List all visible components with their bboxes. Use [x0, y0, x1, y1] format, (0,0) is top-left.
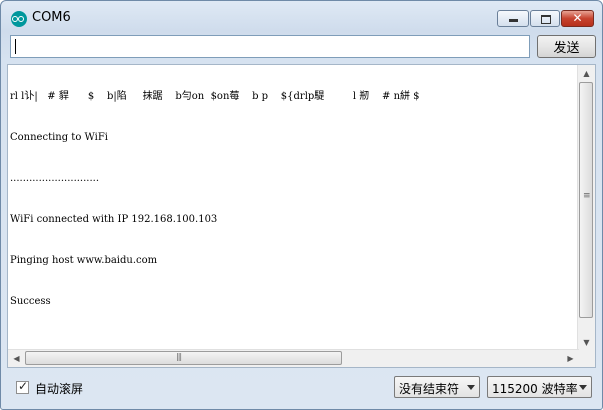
- log-line: WiFi connected with IP 192.168.100.103: [10, 214, 218, 225]
- vertical-scrollbar[interactable]: ▲ ▼: [577, 65, 595, 351]
- baud-rate-select[interactable]: 115200 波特率: [487, 376, 592, 398]
- horizontal-scrollbar[interactable]: ◀ ▶: [8, 349, 579, 367]
- autoscroll-label: 自动滚屏: [35, 382, 84, 396]
- send-row: 发送: [9, 35, 596, 61]
- text-cursor: [15, 39, 16, 54]
- send-button[interactable]: 发送: [537, 35, 596, 58]
- line-ending-select[interactable]: 没有结束符: [394, 376, 480, 398]
- close-icon: ✕: [572, 11, 583, 25]
- log-line: Success: [10, 296, 51, 307]
- minimize-button[interactable]: [497, 10, 529, 27]
- scroll-right-icon[interactable]: ▶: [562, 350, 579, 367]
- scrollbar-corner: [578, 350, 595, 367]
- window-title: COM6: [32, 10, 71, 25]
- baud-rate-value: 115200 波特率: [492, 382, 578, 396]
- serial-output[interactable]: rl l讣| # 貋 $ b|陷 抹踞 b勻on $on莓 b p ${drlp…: [7, 64, 596, 368]
- serial-monitor-window: COM6 ✕ 发送 rl l讣| # 貋 $ b|陷 抹踞 b勻on $on莓 …: [0, 0, 603, 410]
- log-line: ............................: [10, 173, 100, 184]
- status-bar: 自动滚屏 没有结束符 115200 波特率: [1, 371, 602, 409]
- title-bar[interactable]: COM6 ✕: [1, 1, 602, 33]
- scroll-down-icon[interactable]: ▼: [578, 334, 595, 351]
- scroll-left-icon[interactable]: ◀: [8, 350, 25, 367]
- scroll-up-icon[interactable]: ▲: [578, 65, 595, 82]
- log-line: Pinging host www.baidu.com: [10, 255, 158, 266]
- autoscroll-checkbox[interactable]: [16, 379, 29, 394]
- serial-log: rl l讣| # 貋 $ b|陷 抹踞 b勻on $on莓 b p ${drlp…: [10, 68, 576, 336]
- line-ending-value: 没有结束符: [399, 382, 460, 396]
- vertical-scroll-thumb[interactable]: [579, 82, 593, 318]
- arduino-icon: [11, 11, 27, 27]
- log-line: rl l讣| # 貋 $ b|陷 抹踞 b勻on $on莓 b p ${drlp…: [10, 91, 420, 102]
- chevron-down-icon: [467, 385, 475, 390]
- log-line: Connecting to WiFi: [10, 132, 108, 143]
- chevron-down-icon: [579, 385, 587, 390]
- serial-input[interactable]: [10, 35, 530, 58]
- maximize-button[interactable]: [530, 10, 560, 27]
- horizontal-scroll-thumb[interactable]: [25, 351, 342, 365]
- close-button[interactable]: ✕: [561, 10, 594, 27]
